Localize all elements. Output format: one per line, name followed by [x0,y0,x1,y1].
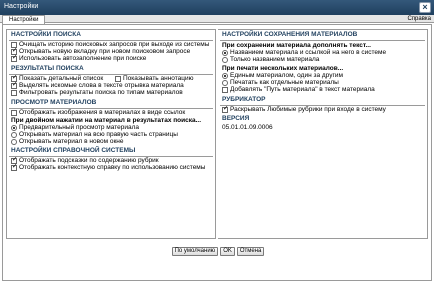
filter-option[interactable]: Фильтровать результаты поиска по типам м… [7,89,215,96]
preview-option[interactable]: Предварительный просмотр материала [7,124,215,131]
highlight-option[interactable]: Выделять искомые слова в тексте отрывка … [7,81,215,89]
when-printing-label: При печати нескольких материалов... [222,65,344,72]
version-value: 05.01.01.09.0006 [222,124,273,131]
save-title-only-option[interactable]: Только названием материала [218,56,427,63]
left-panel: НАСТРОЙКИ ПОИСКА Очищать историю поисков… [6,29,216,239]
context-help-option[interactable]: Отображать контекстную справку по исполь… [7,163,215,171]
help-link[interactable]: Справка [407,15,431,23]
default-button[interactable]: По умолчанию [171,247,219,256]
open-right-radio-label: Открывать материал на всю правую часть с… [19,131,178,138]
show-images-label: Отображать изображения в материалах в ви… [19,109,186,116]
print-single-label: Единым материалом, один за другим [230,72,343,79]
settings-content: НАСТРОЙКИ ПОИСКА Очищать историю поисков… [2,24,432,281]
print-separate-option[interactable]: Печатать как отдельные материалы [218,79,427,86]
add-path-label: Добавлять "Путь материала" в текст матер… [230,86,375,93]
tab-bar: Настройки Справка [0,15,434,24]
help-settings-title: НАСТРОЙКИ СПРАВОЧНОЙ СИСТЕМЫ [9,146,213,157]
context-help-label: Отображать контекстную справку по исполь… [19,164,206,171]
save-title-only-radio[interactable] [222,56,228,63]
right-panel: НАСТРОЙКИ СОХРАНЕНИЯ МАТЕРИАЛОВ При сохр… [218,29,428,239]
window-title: Настройки [4,3,39,10]
save-with-link-label: Названием материала и ссылкой на него в … [230,49,387,56]
title-bar: Настройки × [0,0,434,15]
close-icon[interactable]: × [419,2,431,13]
ok-button[interactable]: OK [220,247,235,256]
cancel-button[interactable]: Отмена [236,247,265,256]
open-new-window-radio-label: Открывать материал в новом окне [19,138,124,145]
search-settings-title: НАСТРОЙКИ ПОИСКА [9,30,213,41]
rubric-hints-label: Отображать подсказки по содержанию рубри… [19,157,159,164]
clear-history-option[interactable]: Очищать историю поисковых запросов при в… [7,41,215,48]
open-right-radio[interactable] [11,131,17,138]
autocomplete-label: Использовать автозаполнение при поиске [19,55,147,62]
highlight-checkbox[interactable] [11,81,17,89]
preview-radio-label: Предварительный просмотр материала [19,124,140,131]
open-right-option[interactable]: Открывать материал на всю правую часть с… [7,131,215,138]
dialog-buttons: По умолчанию OK Отмена [3,247,433,256]
open-new-window-option[interactable]: Открывать материал в новом окне [7,138,215,145]
detailed-list-label: Показать детальный список [19,75,104,82]
autocomplete-option[interactable]: Использовать автозаполнение при поиске [7,54,215,62]
save-settings-title: НАСТРОЙКИ СОХРАНЕНИЯ МАТЕРИАЛОВ [220,30,425,41]
autocomplete-checkbox[interactable] [11,54,17,62]
save-with-link-radio[interactable] [222,49,228,56]
print-single-option[interactable]: Единым материалом, один за другим [218,72,427,79]
open-new-window-radio[interactable] [11,138,17,145]
tab-settings[interactable]: Настройки [2,15,46,24]
preview-title: ПРОСМОТР МАТЕРИАЛОВ [9,98,213,109]
annotation-option[interactable]: Показывать аннотацию [111,75,215,82]
filter-label: Фильтровать результаты поиска по типам м… [19,89,183,96]
rubric-hints-option[interactable]: Отображать подсказки по содержанию рубри… [7,156,215,164]
clear-history-label: Очищать историю поисковых запросов при в… [19,41,210,48]
dblclick-label: При двойном нажатии на материал в резуль… [11,117,202,124]
print-single-radio[interactable] [222,72,228,79]
context-help-checkbox[interactable] [11,163,17,171]
add-path-option[interactable]: Добавлять "Путь материала" в текст матер… [218,86,427,93]
expand-favorites-label: Раскрывать Любимые рубрики при входе в с… [230,106,386,113]
when-saving-label: При сохранении материала дополнять текст… [222,42,371,49]
rubricator-title: РУБРИКАТОР [220,95,425,106]
new-tab-option[interactable]: Открывать новую вкладку при новом поиско… [7,47,215,55]
annotation-label: Показывать аннотацию [123,75,194,82]
new-tab-label: Открывать новую вкладку при новом поиско… [19,48,191,55]
filter-checkbox[interactable] [11,89,17,96]
save-with-link-option[interactable]: Названием материала и ссылкой на него в … [218,49,427,56]
version-title: ВЕРСИЯ [222,115,250,122]
detailed-list-option[interactable]: Показать детальный список [7,74,111,82]
search-results-title: РЕЗУЛЬТАТЫ ПОИСКА [9,64,213,75]
highlight-label: Выделять искомые слова в тексте отрывка … [19,82,184,89]
save-title-only-label: Только названием материала [230,56,320,63]
add-path-checkbox[interactable] [222,86,228,93]
print-separate-label: Печатать как отдельные материалы [230,79,339,86]
annotation-checkbox[interactable] [115,75,121,82]
expand-favorites-option[interactable]: Раскрывать Любимые рубрики при входе в с… [218,105,427,113]
results-display-options: Показать детальный список Показывать анн… [7,74,215,82]
preview-radio[interactable] [11,124,17,131]
show-images-checkbox[interactable] [11,109,17,116]
expand-favorites-checkbox[interactable] [222,105,228,113]
print-separate-radio[interactable] [222,79,228,86]
show-images-option[interactable]: Отображать изображения в материалах в ви… [7,109,215,116]
settings-window: Настройки × Настройки Справка НАСТРОЙКИ … [0,0,434,283]
